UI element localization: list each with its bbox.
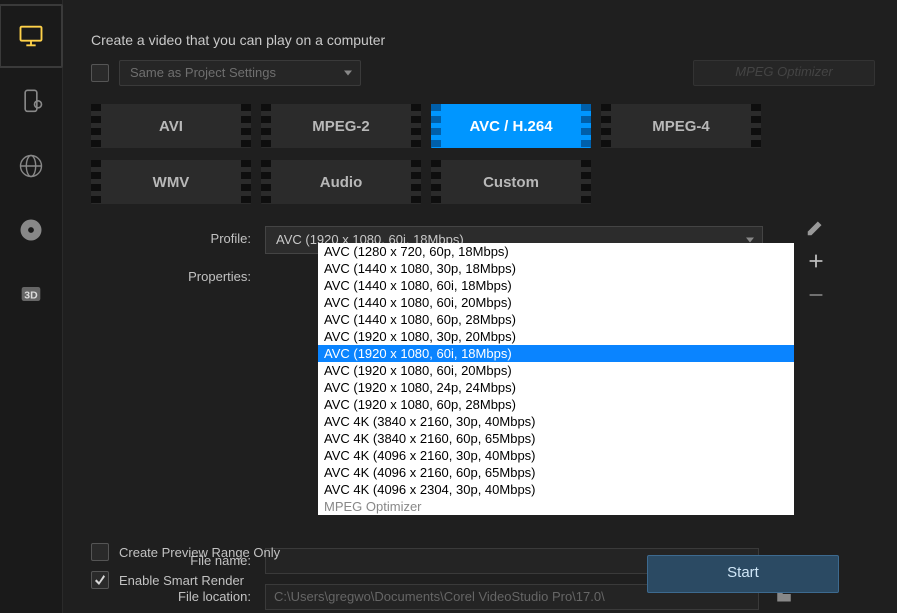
format-avc-h-264[interactable]: AVC / H.264 (431, 104, 591, 148)
format-audio[interactable]: Audio (261, 160, 421, 204)
same-as-project-dropdown[interactable]: Same as Project Settings (119, 60, 361, 86)
page-heading: Create a video that you can play on a co… (91, 32, 875, 48)
format-grid: AVIMPEG-2AVC / H.264MPEG-4 WMVAudioCustom (91, 104, 875, 204)
profile-option[interactable]: AVC (1440 x 1080, 60i, 20Mbps) (318, 294, 794, 311)
same-as-project-checkbox[interactable] (91, 64, 109, 82)
profile-option[interactable]: AVC (1440 x 1080, 60i, 18Mbps) (318, 277, 794, 294)
profile-option[interactable]: AVC 4K (3840 x 2160, 30p, 40Mbps) (318, 413, 794, 430)
sidebar-computer[interactable] (0, 4, 63, 68)
profile-option[interactable]: AVC (1920 x 1080, 30p, 20Mbps) (318, 328, 794, 345)
format-mpeg-4[interactable]: MPEG-4 (601, 104, 761, 148)
profile-dropdown-list[interactable]: AVC (1280 x 720, 60p, 18Mbps)AVC (1440 x… (318, 243, 794, 515)
main-panel: Create a video that you can play on a co… (63, 0, 897, 613)
sidebar-device[interactable] (1, 72, 61, 132)
profile-option[interactable]: AVC 4K (3840 x 2160, 60p, 65Mbps) (318, 430, 794, 447)
minus-icon[interactable] (805, 284, 827, 306)
plus-icon[interactable] (805, 250, 827, 272)
svg-text:3D: 3D (24, 290, 38, 302)
same-as-project-label: Same as Project Settings (130, 65, 276, 80)
create-preview-label: Create Preview Range Only (119, 545, 280, 560)
format-avi[interactable]: AVI (91, 104, 251, 148)
sidebar: 3D (0, 0, 63, 613)
sidebar-disc[interactable] (1, 200, 61, 260)
properties-label: Properties: (91, 264, 265, 290)
chevron-down-icon (344, 71, 352, 76)
create-preview-checkbox[interactable] (91, 543, 109, 561)
profile-option[interactable]: AVC 4K (4096 x 2160, 30p, 40Mbps) (318, 447, 794, 464)
profile-option[interactable]: AVC (1920 x 1080, 60p, 28Mbps) (318, 396, 794, 413)
profile-option[interactable]: AVC (1280 x 720, 60p, 18Mbps) (318, 243, 794, 260)
edit-icon[interactable] (805, 216, 827, 238)
profile-label: Profile: (91, 226, 265, 252)
profile-option[interactable]: AVC 4K (4096 x 2304, 30p, 40Mbps) (318, 481, 794, 498)
mpeg-optimizer-button[interactable]: MPEG Optimizer (693, 60, 875, 86)
sidebar-3d[interactable]: 3D (1, 264, 61, 324)
profile-option[interactable]: AVC (1920 x 1080, 24p, 24Mbps) (318, 379, 794, 396)
smart-render-label: Enable Smart Render (119, 573, 244, 588)
smart-render-checkbox[interactable] (91, 571, 109, 589)
start-button[interactable]: Start (647, 555, 839, 593)
format-wmv[interactable]: WMV (91, 160, 251, 204)
profile-option[interactable]: AVC 4K (4096 x 2160, 60p, 65Mbps) (318, 464, 794, 481)
format-mpeg-2[interactable]: MPEG-2 (261, 104, 421, 148)
chevron-down-icon (746, 238, 754, 243)
profile-option[interactable]: MPEG Optimizer (318, 498, 794, 515)
format-custom[interactable]: Custom (431, 160, 591, 204)
profile-option[interactable]: AVC (1440 x 1080, 60p, 28Mbps) (318, 311, 794, 328)
profile-option[interactable]: AVC (1440 x 1080, 30p, 18Mbps) (318, 260, 794, 277)
profile-tools (805, 216, 827, 306)
sidebar-web[interactable] (1, 136, 61, 196)
profile-option[interactable]: AVC (1920 x 1080, 60i, 18Mbps) (318, 345, 794, 362)
profile-option[interactable]: AVC (1920 x 1080, 60i, 20Mbps) (318, 362, 794, 379)
